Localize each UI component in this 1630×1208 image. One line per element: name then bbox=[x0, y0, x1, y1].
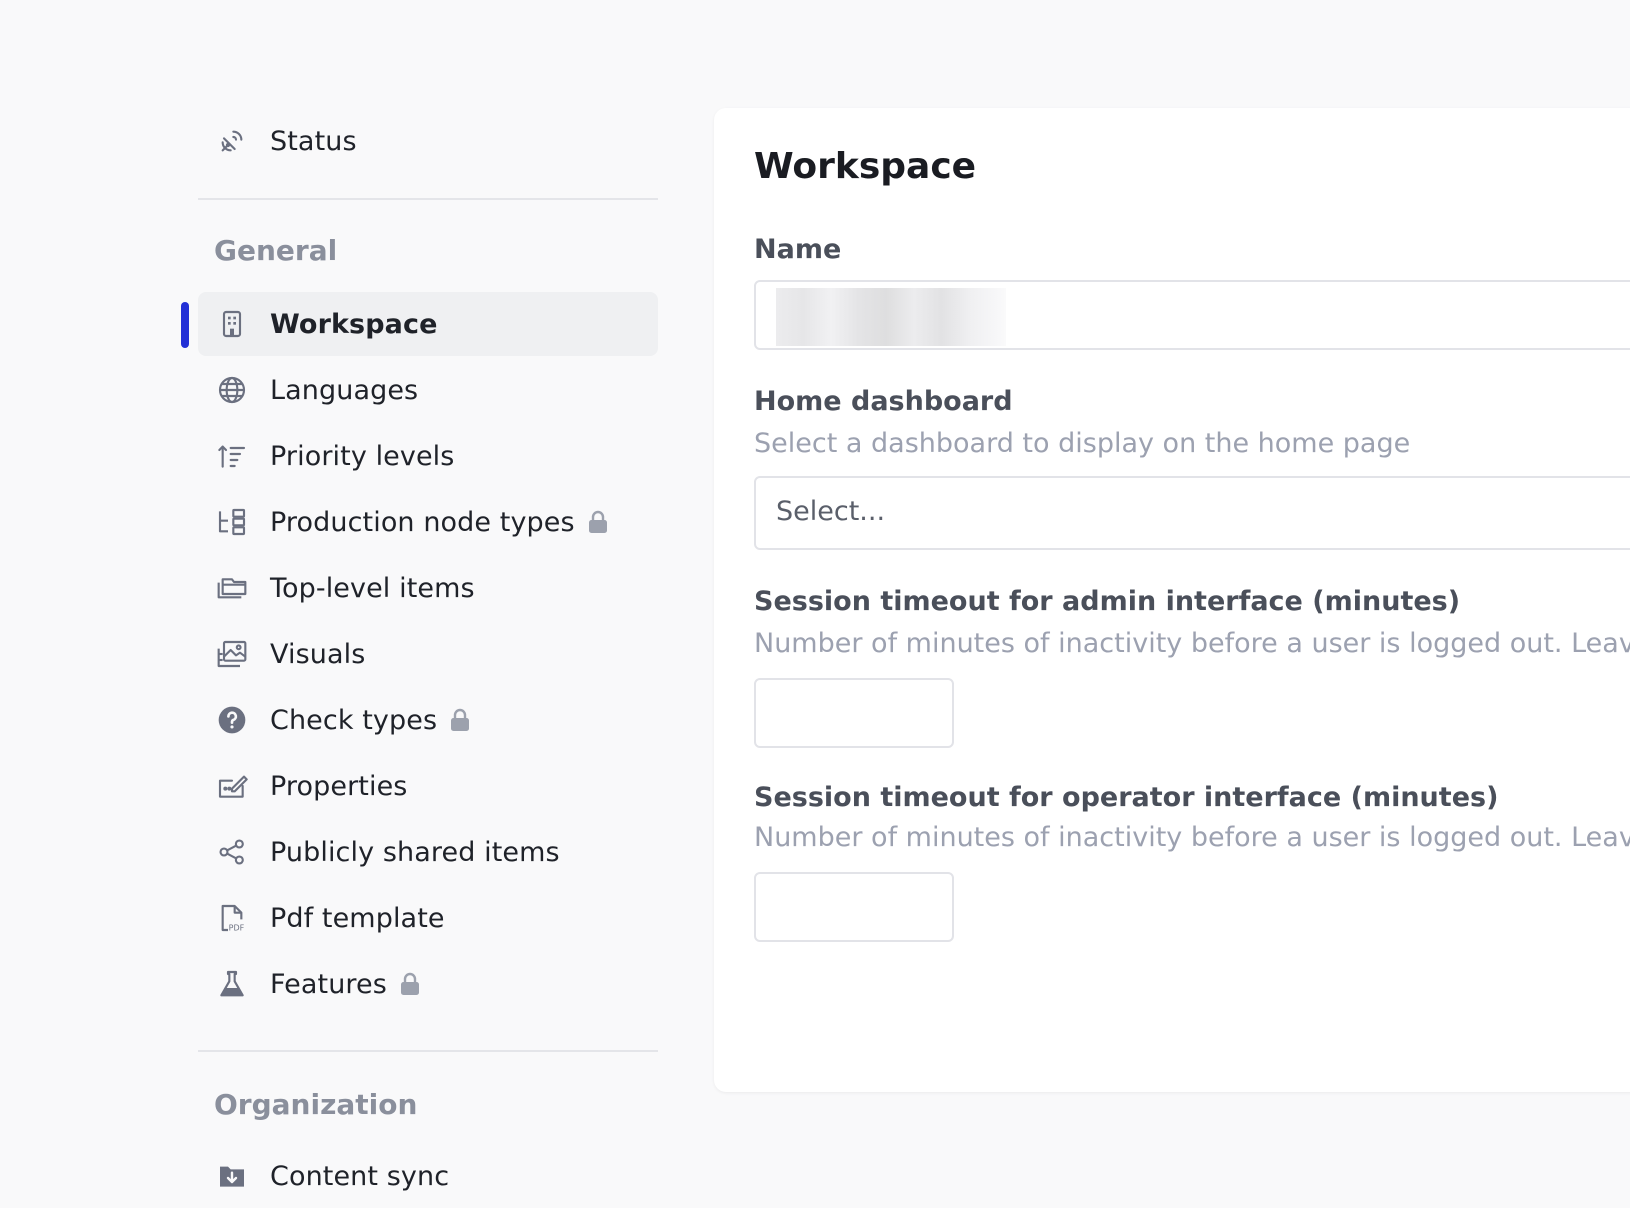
home-dashboard-select[interactable]: Select... bbox=[754, 476, 1630, 550]
folder-download-icon bbox=[214, 1158, 250, 1194]
pdf-file-icon: PDF bbox=[214, 900, 250, 936]
sidebar-item-pdf-template[interactable]: PDF Pdf template bbox=[198, 886, 658, 950]
sidebar-item-check-types[interactable]: Check types bbox=[198, 688, 658, 752]
sidebar-item-production-node-types[interactable]: Production node types bbox=[198, 490, 658, 554]
sidebar-item-label: Check types bbox=[270, 704, 438, 736]
sidebar-item-label: Features bbox=[270, 968, 387, 1000]
images-icon bbox=[214, 636, 250, 672]
sidebar-item-label: Workspace bbox=[270, 308, 438, 340]
settings-sidebar: Status General Workspace Languages Prior… bbox=[181, 0, 658, 1208]
divider bbox=[198, 198, 658, 200]
section-title-organization: Organization bbox=[214, 1088, 418, 1121]
sidebar-item-label: Top-level items bbox=[270, 572, 475, 604]
hierarchy-icon bbox=[214, 504, 250, 540]
admin-timeout-label: Session timeout for admin interface (min… bbox=[754, 586, 1461, 617]
sidebar-item-content-sync[interactable]: Content sync bbox=[198, 1144, 658, 1208]
sidebar-item-properties[interactable]: Properties bbox=[198, 754, 658, 818]
sidebar-item-label: Publicly shared items bbox=[270, 836, 560, 868]
sort-priority-icon bbox=[214, 438, 250, 474]
folders-icon bbox=[214, 570, 250, 606]
form-edit-icon bbox=[214, 768, 250, 804]
admin-timeout-help: Number of minutes of inactivity before a… bbox=[754, 628, 1630, 659]
sidebar-item-features[interactable]: Features bbox=[198, 952, 658, 1016]
sidebar-item-label: Status bbox=[270, 125, 357, 157]
building-icon bbox=[214, 306, 250, 342]
home-dashboard-help: Select a dashboard to display on the hom… bbox=[754, 428, 1411, 459]
operator-timeout-input[interactable] bbox=[754, 872, 954, 942]
lock-icon bbox=[449, 707, 471, 733]
sidebar-item-label: Production node types bbox=[270, 506, 575, 538]
select-value: Select... bbox=[776, 496, 886, 527]
home-dashboard-label: Home dashboard bbox=[754, 386, 1013, 417]
divider bbox=[198, 1050, 658, 1052]
sidebar-item-publicly-shared-items[interactable]: Publicly shared items bbox=[198, 820, 658, 884]
sidebar-item-languages[interactable]: Languages bbox=[198, 358, 658, 422]
sidebar-item-label: Pdf template bbox=[270, 902, 445, 934]
active-indicator bbox=[181, 302, 189, 348]
lock-icon bbox=[399, 971, 421, 997]
operator-timeout-label: Session timeout for operator interface (… bbox=[754, 782, 1499, 813]
operator-timeout-help: Number of minutes of inactivity before a… bbox=[754, 822, 1630, 853]
sidebar-item-visuals[interactable]: Visuals bbox=[198, 622, 658, 686]
sidebar-item-label: Priority levels bbox=[270, 440, 455, 472]
redacted-value bbox=[776, 288, 1006, 346]
svg-text:PDF: PDF bbox=[229, 924, 245, 933]
name-label: Name bbox=[754, 234, 842, 265]
sidebar-item-label: Visuals bbox=[270, 638, 366, 670]
share-icon bbox=[214, 834, 250, 870]
sidebar-item-label: Languages bbox=[270, 374, 419, 406]
name-field[interactable] bbox=[754, 280, 1630, 350]
lock-icon bbox=[587, 509, 609, 535]
section-title-general: General bbox=[214, 234, 338, 267]
page-title: Workspace bbox=[754, 146, 977, 187]
globe-icon bbox=[214, 372, 250, 408]
satellite-icon bbox=[214, 123, 250, 159]
sidebar-item-label: Content sync bbox=[270, 1160, 450, 1192]
sidebar-item-top-level-items[interactable]: Top-level items bbox=[198, 556, 658, 620]
sidebar-item-label: Properties bbox=[270, 770, 408, 802]
admin-timeout-input[interactable] bbox=[754, 678, 954, 748]
sidebar-item-workspace[interactable]: Workspace bbox=[198, 292, 658, 356]
sidebar-item-priority-levels[interactable]: Priority levels bbox=[198, 424, 658, 488]
question-circle-icon bbox=[214, 702, 250, 738]
workspace-settings-panel: Workspace Name Home dashboard Select a d… bbox=[714, 108, 1630, 1092]
flask-icon bbox=[214, 966, 250, 1002]
sidebar-item-status[interactable]: Status bbox=[198, 109, 658, 173]
